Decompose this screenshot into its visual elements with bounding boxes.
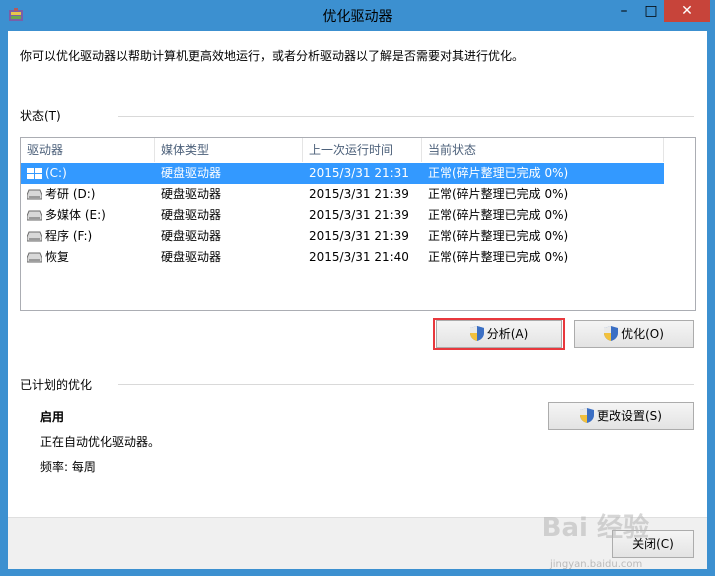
drives-list[interactable]: 驱动器 媒体类型 上一次运行时间 当前状态 (C:) 硬盘驱动器 2015/3/… [20,137,696,311]
drive-name: (C:) [45,166,67,180]
drive-row-recovery[interactable]: 恢复 硬盘驱动器 2015/3/31 21:40 正常(碎片整理已完成 0%) [21,247,664,268]
drive-icon [27,252,42,263]
drive-row-e[interactable]: 多媒体 (E:) 硬盘驱动器 2015/3/31 21:39 正常(碎片整理已完… [21,205,664,226]
last-run-time: 2015/3/31 21:39 [309,208,409,222]
optimize-drives-window: 优化驱动器 – □ ✕ 你可以优化驱动器以帮助计算机更高效地运行，或者分析驱动器… [0,0,715,576]
windows-drive-icon [27,168,42,179]
uac-shield-icon [604,326,619,341]
uac-shield-icon [580,408,594,423]
media-type: 硬盘驱动器 [161,166,222,180]
drive-icon [27,210,42,221]
column-header-last-run[interactable]: 上一次运行时间 [303,138,422,162]
watermark-logo: Bai 经验 [541,513,649,543]
media-type: 硬盘驱动器 [161,250,222,264]
column-header-media-type[interactable]: 媒体类型 [155,138,303,162]
last-run-time: 2015/3/31 21:39 [309,229,409,243]
maximize-button[interactable]: □ [638,0,664,22]
status-section-label: 状态(T) [20,109,61,123]
scheduled-section-label: 已计划的优化 [20,378,93,392]
watermark-url: jingyan.baidu.com [550,559,643,570]
last-run-time: 2015/3/31 21:40 [309,250,409,264]
current-status: 正常(碎片整理已完成 0%) [428,166,569,180]
analyze-highlight-box [433,318,565,350]
column-header-current-status[interactable]: 当前状态 [422,138,664,162]
close-window-button[interactable]: ✕ [664,0,710,22]
schedule-frequency: 频率: 每周 [40,460,96,474]
schedule-message: 正在自动优化驱动器。 [40,435,161,449]
drive-row-f[interactable]: 程序 (F:) 硬盘驱动器 2015/3/31 21:39 正常(碎片整理已完成… [21,226,664,247]
change-settings-button-label: 更改设置(S) [597,409,662,423]
drive-row-c[interactable]: (C:) 硬盘驱动器 2015/3/31 21:31 正常(碎片整理已完成 0%… [21,163,664,184]
drives-list-header: 驱动器 媒体类型 上一次运行时间 当前状态 [21,138,695,162]
media-type: 硬盘驱动器 [161,229,222,243]
minimize-button[interactable]: – [610,0,638,22]
description-text: 你可以优化驱动器以帮助计算机更高效地运行，或者分析驱动器以了解是否需要对其进行优… [20,49,525,63]
drive-name: 考研 (D:) [45,187,96,201]
current-status: 正常(碎片整理已完成 0%) [428,187,569,201]
drive-name: 程序 (F:) [45,229,93,243]
column-header-drive[interactable]: 驱动器 [21,138,155,162]
current-status: 正常(碎片整理已完成 0%) [428,229,569,243]
schedule-state: 启用 [40,410,65,424]
drive-icon [27,231,42,242]
title-bar[interactable]: 优化驱动器 – □ ✕ [0,0,715,30]
optimize-button-label: 优化(O) [621,327,664,341]
media-type: 硬盘驱动器 [161,187,222,201]
drive-name: 恢复 [45,250,70,264]
drive-icon [27,189,42,200]
last-run-time: 2015/3/31 21:31 [309,166,409,180]
optimize-button[interactable]: 优化(O) [574,320,694,348]
change-settings-button[interactable]: 更改设置(S) [548,402,694,430]
drive-name: 多媒体 (E:) [45,208,106,222]
current-status: 正常(碎片整理已完成 0%) [428,250,569,264]
dialog-client-area: 你可以优化驱动器以帮助计算机更高效地运行，或者分析驱动器以了解是否需要对其进行优… [8,31,707,570]
drive-row-d[interactable]: 考研 (D:) 硬盘驱动器 2015/3/31 21:39 正常(碎片整理已完成… [21,184,664,205]
current-status: 正常(碎片整理已完成 0%) [428,208,569,222]
media-type: 硬盘驱动器 [161,208,222,222]
window-title: 优化驱动器 [322,9,393,25]
scheduled-section-divider [118,384,694,385]
last-run-time: 2015/3/31 21:39 [309,187,409,201]
status-section-divider [118,116,694,117]
